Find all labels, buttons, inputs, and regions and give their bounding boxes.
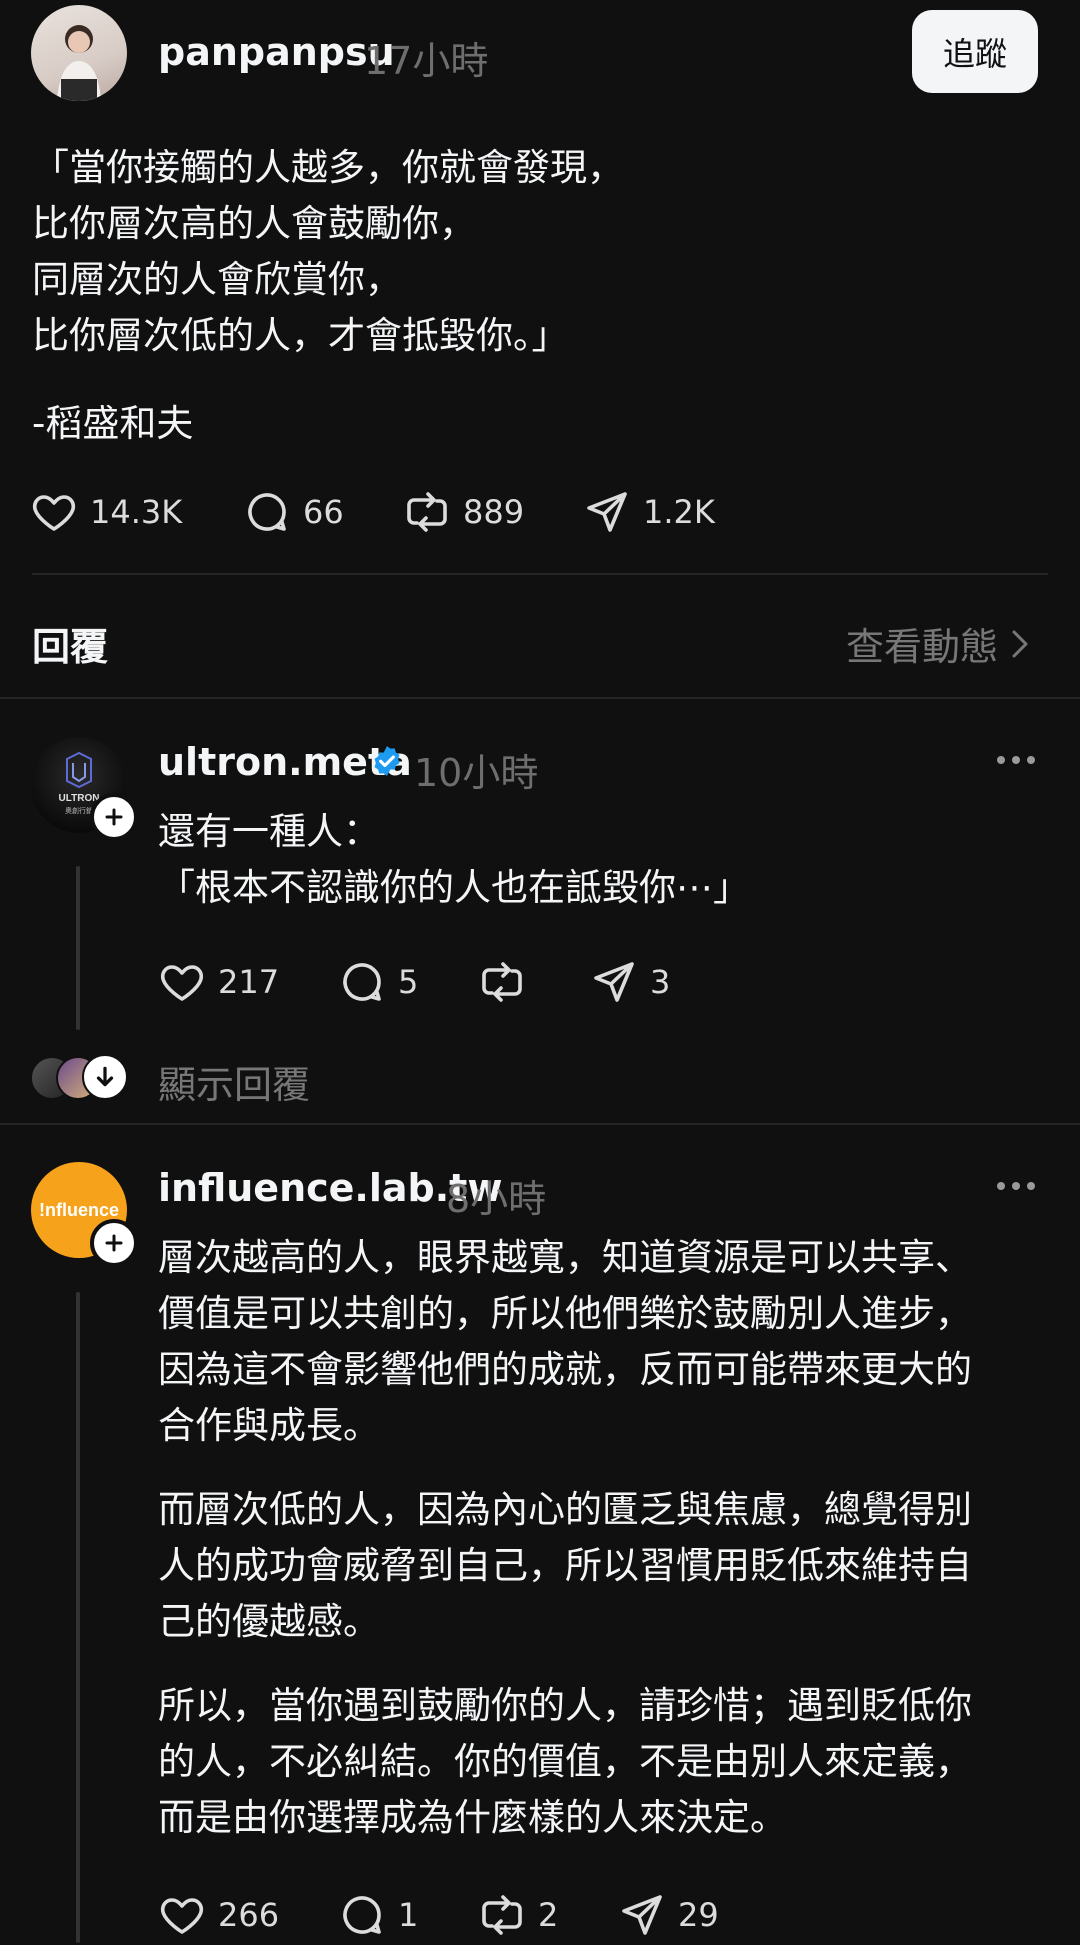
- reply-body: 還有一種人： 「根本不認識你的人也在詆毀你⋯」: [158, 804, 750, 916]
- post-author-username[interactable]: panpanpsu: [158, 30, 395, 74]
- section-divider: [0, 1123, 1080, 1125]
- reply-line: 還有一種人：: [158, 810, 380, 853]
- heart-icon: [160, 1898, 204, 1934]
- reply-timestamp: 10小時: [414, 751, 539, 795]
- view-activity-label: 查看動態: [846, 625, 999, 669]
- heart-icon: [160, 965, 204, 1001]
- share-count: 3: [650, 963, 671, 1001]
- like-button[interactable]: 14.3K: [30, 482, 243, 542]
- post-signature: -稻盛和夫: [32, 402, 194, 445]
- reply-line: 價值是可以共創的，所以他們樂於鼓勵別人進步，: [158, 1292, 972, 1335]
- like-button[interactable]: 217: [158, 952, 338, 1012]
- reply-line: 而是由你選擇成為什麼樣的人來決定。: [158, 1796, 787, 1839]
- comment-button[interactable]: 66: [243, 482, 403, 542]
- plus-icon: [105, 808, 123, 826]
- follow-plus-button[interactable]: [90, 793, 138, 841]
- reply-body: 層次越高的人，眼界越寬，知道資源是可以共享、 價值是可以共創的，所以他們樂於鼓勵…: [158, 1230, 972, 1874]
- share-button[interactable]: 1.2K: [583, 482, 743, 542]
- comment-icon: [343, 963, 381, 1001]
- reply-line: 的人，不必糾結。你的價值，不是由別人來定義，: [158, 1740, 972, 1783]
- more-options-icon[interactable]: [997, 756, 1035, 764]
- reply-line: 合作與成長。: [158, 1404, 380, 1447]
- thread-line: [76, 866, 80, 1030]
- avatar-logo-subtext: 奧創行銷: [65, 806, 93, 815]
- person-photo-icon: [57, 25, 101, 101]
- comment-button[interactable]: 1: [338, 1885, 478, 1945]
- repost-button[interactable]: 889: [403, 482, 583, 542]
- reply-line: 「根本不認識你的人也在詆毀你⋯」: [158, 866, 750, 909]
- show-replies-link[interactable]: 顯示回覆: [158, 1054, 310, 1109]
- send-icon: [622, 1895, 662, 1935]
- share-button[interactable]: 29: [618, 1885, 738, 1945]
- reply-paragraph: 層次越高的人，眼界越寬，知道資源是可以共享、 價值是可以共創的，所以他們樂於鼓勵…: [158, 1230, 972, 1454]
- repost-count: 2: [538, 1896, 559, 1934]
- repost-icon: [407, 492, 447, 532]
- post-line: 比你層次低的人，才會抵毀你。」: [32, 314, 569, 357]
- reply-paragraph: 而層次低的人，因為內心的匱乏與焦慮，總覺得別 人的成功會威脅到自己，所以習慣用貶…: [158, 1482, 972, 1650]
- repost-count: 889: [463, 493, 525, 531]
- reply-line: 所以，當你遇到鼓勵你的人，請珍惜；遇到貶低你: [158, 1684, 972, 1727]
- heart-icon: [32, 495, 76, 531]
- post-line: 同層次的人會欣賞你，: [32, 258, 402, 301]
- like-count: 266: [218, 1896, 280, 1934]
- repost-button[interactable]: [478, 952, 590, 1012]
- more-options-icon[interactable]: [997, 1182, 1035, 1190]
- post-actions: 14.3K 66 889 1.2K: [30, 482, 743, 542]
- chevron-right-icon: [1012, 630, 1028, 657]
- thread-line: [76, 1292, 80, 1943]
- post-author-avatar[interactable]: [31, 5, 127, 101]
- replies-title: 回覆: [32, 625, 109, 669]
- share-count: 29: [678, 1896, 719, 1934]
- repost-icon: [482, 1895, 522, 1935]
- post-line: 「當你接觸的人越多，你就會發現，: [32, 146, 624, 189]
- reply-line: 人的成功會威脅到自己，所以習慣用貶低來維持自: [158, 1544, 972, 1587]
- send-icon: [587, 492, 627, 532]
- follow-button[interactable]: 追蹤: [912, 10, 1038, 93]
- reply-paragraph: 所以，當你遇到鼓勵你的人，請珍惜；遇到貶低你 的人，不必糾結。你的價值，不是由別…: [158, 1678, 972, 1846]
- repost-icon: [482, 962, 522, 1002]
- comment-button[interactable]: 5: [338, 952, 478, 1012]
- comment-count: 1: [398, 1896, 419, 1934]
- reply-line: 而層次低的人，因為內心的匱乏與焦慮，總覺得別: [158, 1488, 972, 1531]
- like-count: 217: [218, 963, 280, 1001]
- share-button[interactable]: 3: [590, 952, 710, 1012]
- avatar-logo-text: !nfluence: [38, 1199, 119, 1220]
- follow-plus-button[interactable]: [90, 1219, 138, 1267]
- plus-icon: [105, 1234, 123, 1252]
- send-icon: [594, 962, 634, 1002]
- verified-badge-icon: [370, 744, 404, 782]
- post-divider: [32, 573, 1048, 575]
- repost-button[interactable]: 2: [478, 1885, 618, 1945]
- post-line: 比你層次高的人會鼓勵你，: [32, 202, 476, 245]
- reply-actions: 266 1 2 29: [158, 1885, 738, 1945]
- post-body: 「當你接觸的人越多，你就會發現， 比你層次高的人會鼓勵你， 同層次的人會欣賞你，…: [32, 140, 624, 364]
- share-count: 1.2K: [643, 493, 715, 531]
- view-activity-link[interactable]: 查看動態: [846, 616, 1032, 671]
- comment-count: 66: [303, 493, 344, 531]
- reply-actions: 217 5 3: [158, 952, 710, 1012]
- comment-icon: [248, 493, 286, 531]
- like-count: 14.3K: [90, 493, 183, 531]
- reply-timestamp: 8小時: [446, 1177, 547, 1221]
- reply-line: 因為這不會影響他們的成就，反而可能帶來更大的: [158, 1348, 972, 1391]
- reply-line: 己的優越感。: [158, 1600, 380, 1643]
- show-replies-avatars[interactable]: [30, 1054, 130, 1100]
- section-divider: [0, 697, 1080, 699]
- comment-count: 5: [398, 963, 419, 1001]
- post-timestamp: 17小時: [364, 39, 489, 83]
- arrow-down-icon: [82, 1054, 128, 1100]
- like-button[interactable]: 266: [158, 1885, 338, 1945]
- reply-line: 層次越高的人，眼界越寬，知道資源是可以共享、: [158, 1236, 972, 1279]
- comment-icon: [343, 1896, 381, 1934]
